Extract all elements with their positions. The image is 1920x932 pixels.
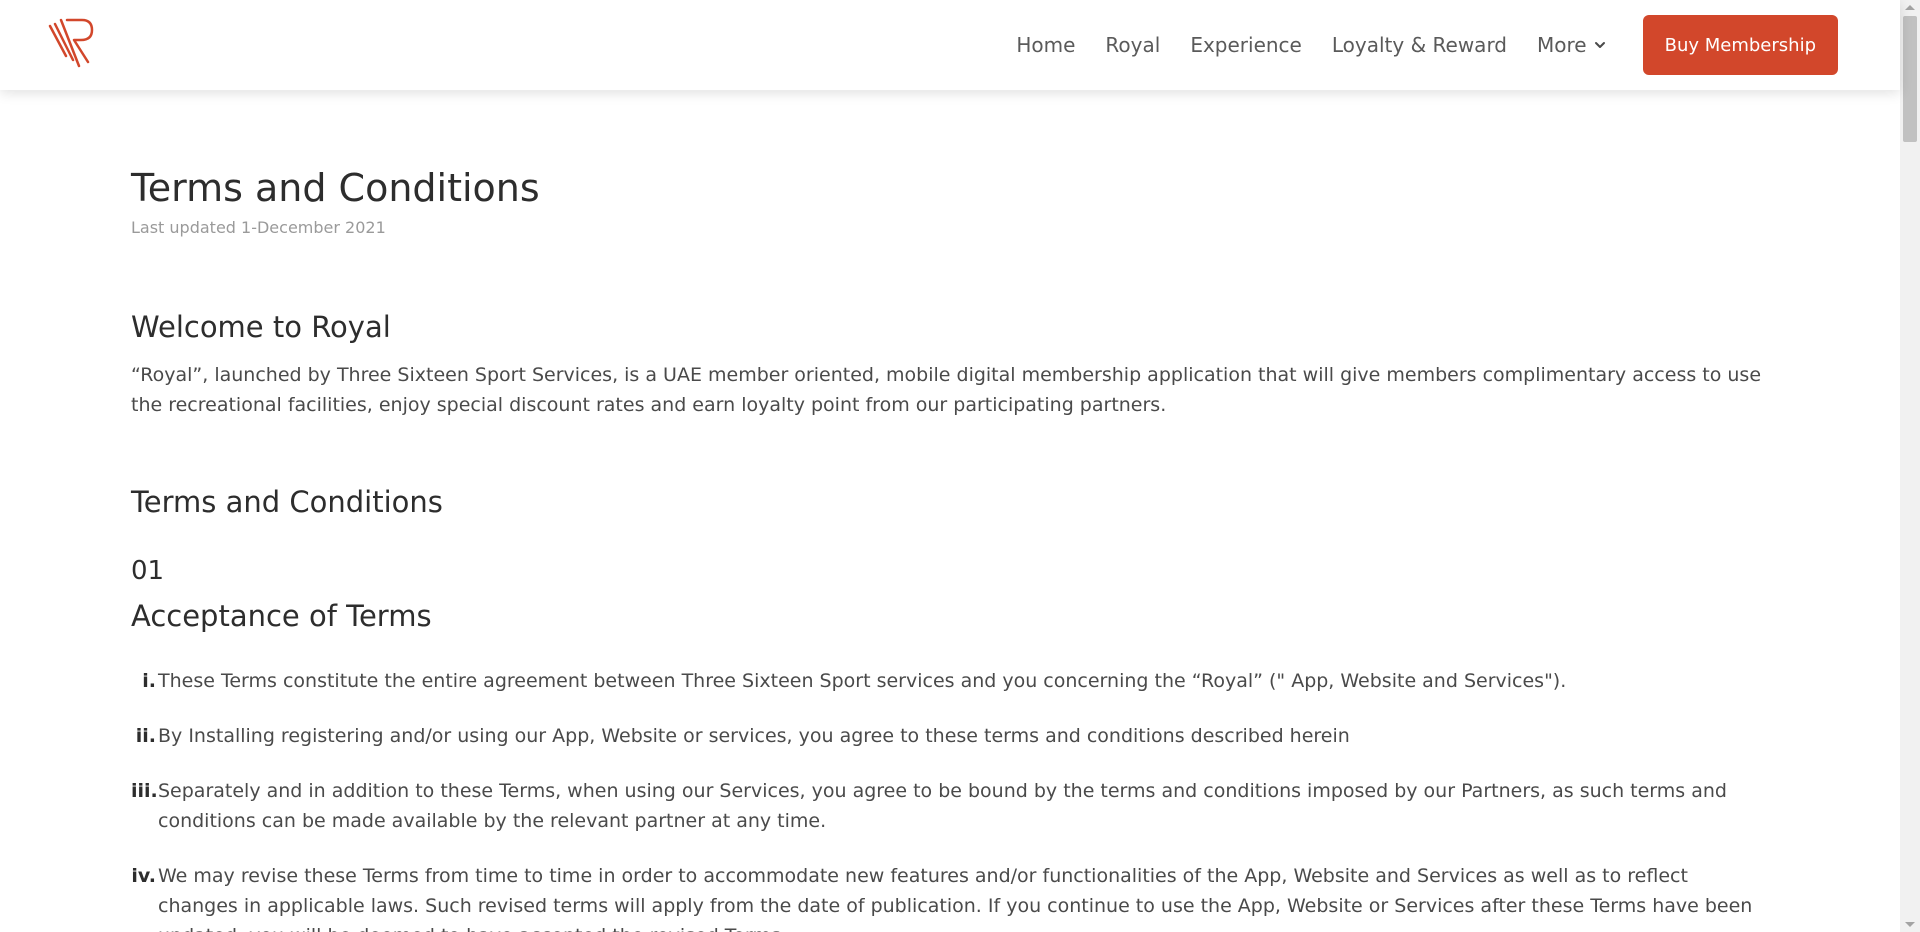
- terms-heading: Terms and Conditions: [131, 485, 443, 519]
- list-item: iii. Separately and in addition to these…: [131, 776, 1771, 836]
- nav-royal-label: Royal: [1105, 33, 1161, 57]
- nav-more-dropdown[interactable]: More: [1537, 33, 1607, 57]
- nav-loyalty-reward-label: Loyalty & Reward: [1331, 33, 1508, 57]
- list-item: iv. We may revise these Terms from time …: [131, 861, 1771, 932]
- nav-home[interactable]: Home: [1016, 33, 1075, 57]
- scroll-up-arrow-icon[interactable]: [1905, 5, 1915, 10]
- term-text: By Installing registering and/or using o…: [158, 725, 1350, 747]
- nav-home-label: Home: [1016, 33, 1076, 57]
- terms-list: i. These Terms constitute the entire agr…: [131, 666, 1771, 932]
- term-number: i.: [142, 670, 156, 692]
- nav-loyalty-reward[interactable]: Loyalty & Reward: [1332, 33, 1507, 57]
- section-number: 01: [131, 556, 165, 586]
- royal-logo-icon[interactable]: [46, 16, 98, 70]
- welcome-heading: Welcome to Royal: [131, 310, 391, 344]
- section-heading: Acceptance of Terms: [131, 599, 432, 633]
- nav-experience[interactable]: Experience: [1190, 33, 1302, 57]
- vertical-scrollbar[interactable]: [1900, 0, 1920, 932]
- page-title: Terms and Conditions: [131, 166, 540, 210]
- last-updated: Last updated 1-December 2021: [131, 218, 386, 237]
- nav-royal[interactable]: Royal: [1105, 33, 1160, 57]
- site-header: Home Royal Experience Loyalty & Reward M…: [0, 0, 1900, 90]
- nav-experience-label: Experience: [1190, 33, 1302, 57]
- term-text: Separately and in addition to these Term…: [158, 780, 1727, 832]
- term-number: ii.: [135, 725, 156, 747]
- nav-more-label: More: [1537, 33, 1587, 57]
- buy-membership-button[interactable]: Buy Membership: [1642, 15, 1838, 75]
- list-item: i. These Terms constitute the entire agr…: [131, 666, 1771, 696]
- term-number: iv.: [131, 865, 156, 887]
- chevron-down-icon: [1594, 42, 1605, 48]
- term-number: iii.: [131, 780, 158, 802]
- scroll-thumb[interactable]: [1903, 16, 1917, 142]
- main-nav: Home Royal Experience Loyalty & Reward M…: [1016, 15, 1838, 75]
- scroll-down-arrow-icon[interactable]: [1905, 922, 1915, 927]
- welcome-text: “Royal”, launched by Three Sixteen Sport…: [131, 364, 1762, 416]
- term-text: We may revise these Terms from time to t…: [158, 865, 1753, 932]
- list-item: ii. By Installing registering and/or usi…: [131, 721, 1771, 751]
- term-text: These Terms constitute the entire agreem…: [158, 670, 1567, 692]
